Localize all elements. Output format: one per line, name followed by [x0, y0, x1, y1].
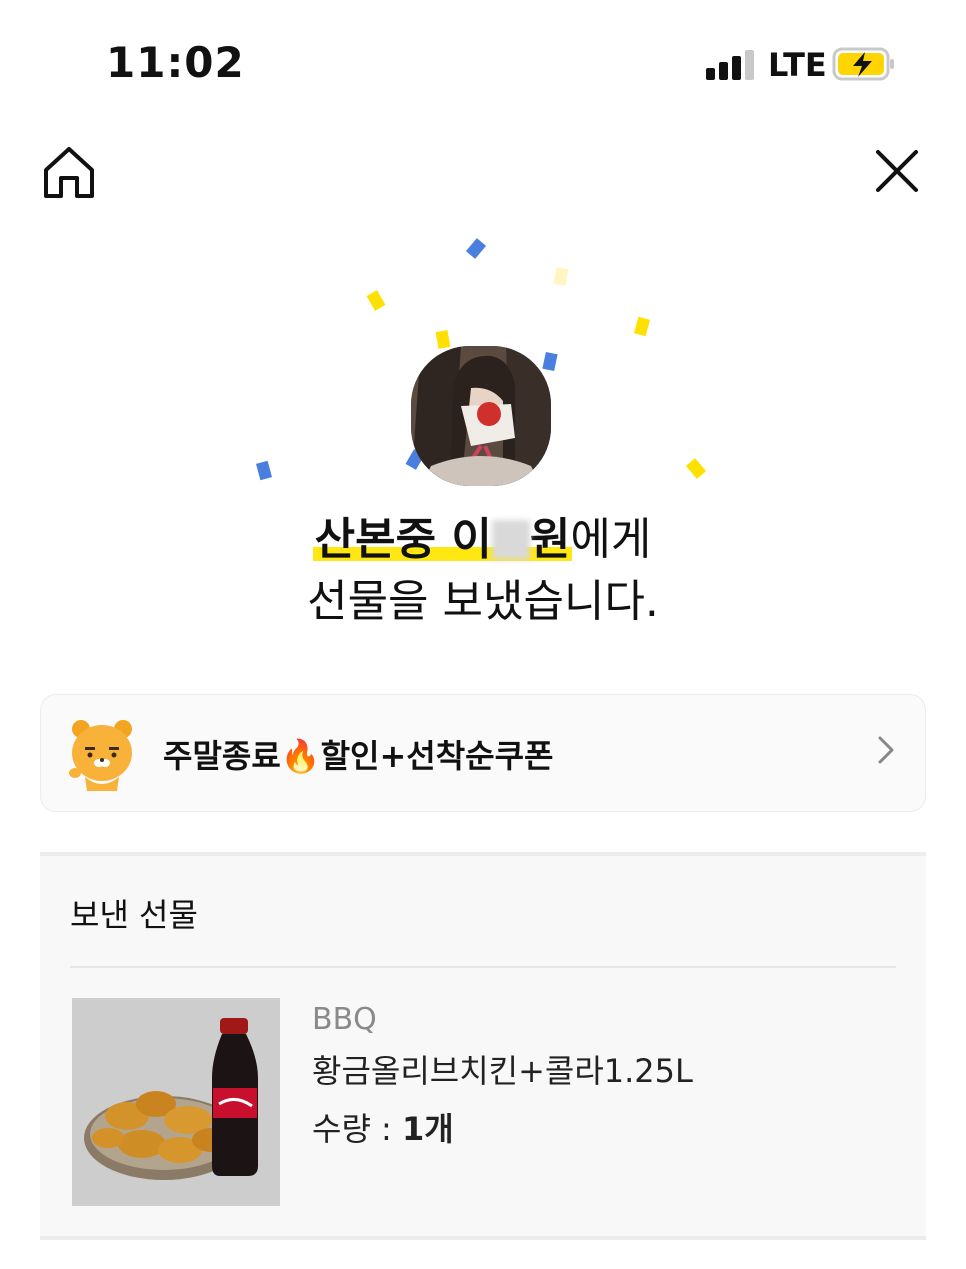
product-brand: BBQ	[312, 1002, 377, 1037]
product-image[interactable]	[72, 998, 280, 1206]
sent-gift-section: 보낸 선물 BBQ 황금올리브치킨+콜라1.25L 수량 : 1개	[40, 856, 926, 1236]
section-title: 보낸 선물	[70, 896, 198, 934]
status-bar: 11:02 LTE	[0, 0, 966, 110]
home-icon[interactable]	[40, 144, 98, 202]
recipient-avatar	[411, 346, 551, 486]
recipient-name: 산본중 이원	[314, 514, 571, 565]
battery-icon	[832, 47, 894, 81]
network-label: LTE	[768, 46, 827, 84]
status-time: 11:02	[106, 38, 245, 87]
signal-icon	[706, 50, 754, 80]
promo-text: 주말종료🔥할인+선착순쿠폰	[163, 737, 554, 775]
product-name[interactable]: 황금올리브치킨+콜라1.25L	[312, 1046, 693, 1092]
name-blur	[491, 520, 530, 560]
recipient-suffix: 에게	[570, 514, 652, 565]
promo-banner[interactable]: 주말종료🔥할인+선착순쿠폰	[40, 694, 926, 812]
sent-confirmation: 선물을 보냈습니다.	[307, 576, 659, 627]
close-icon[interactable]	[870, 144, 924, 198]
chevron-right-icon	[878, 736, 894, 764]
title-divider	[70, 966, 896, 968]
product-quantity: 수량 : 1개	[312, 1110, 454, 1148]
bottom-divider	[40, 1236, 926, 1240]
sent-message: 산본중 이 원에게 선물을 보냈습니다.	[0, 510, 966, 634]
recipient-line: 산본중 이 원에게	[0, 510, 966, 570]
ryan-mascot-icon	[69, 720, 132, 791]
